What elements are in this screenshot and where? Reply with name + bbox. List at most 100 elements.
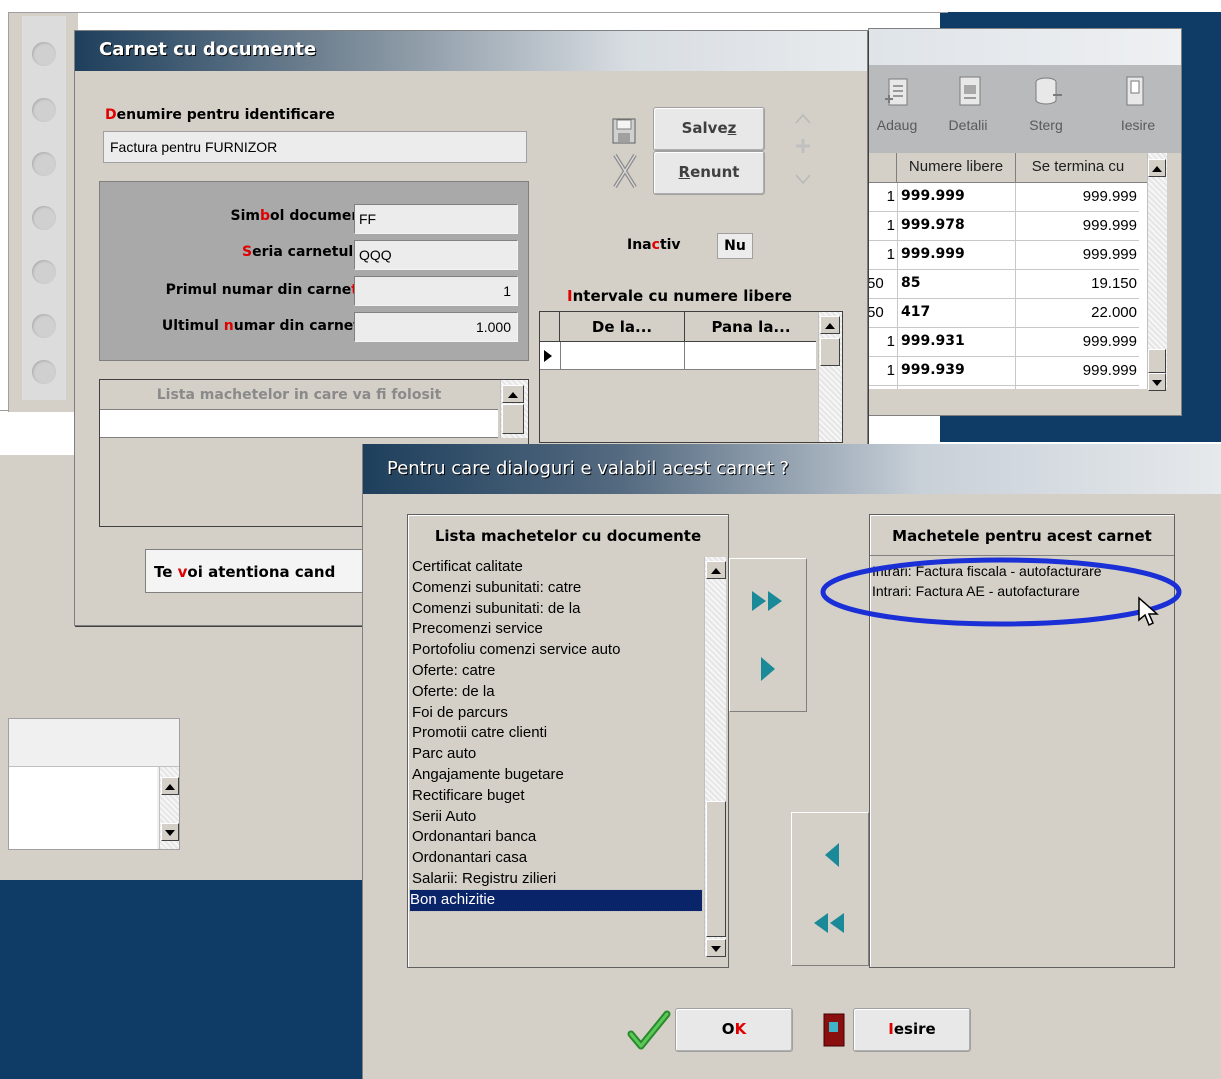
seria-label: Seria carnetului [242,244,368,260]
denumire-field[interactable]: Factura pentru FURNIZOR [103,131,527,163]
delete-database-icon [1035,77,1062,105]
table-row[interactable]: 1 999.999 999.999 [869,183,1139,212]
row-numere-libere: 999.939 [901,362,965,378]
seria-field[interactable]: QQQ [354,240,518,270]
table-row[interactable]: 1 999.978 999.999 [869,212,1139,241]
row-prefix: 1 [886,362,895,379]
primul-field[interactable]: 1 [354,276,518,306]
strip-circle [32,260,56,284]
table-row[interactable]: 50 417 22.000 [867,299,1139,328]
list-item[interactable]: Oferte: catre [412,661,702,682]
col-se-termina-cu[interactable]: Se termina cu [1017,158,1139,175]
background-list-scroll-up[interactable] [161,777,179,795]
col-numere-libere[interactable]: Numere libere [899,158,1013,175]
table-row[interactable]: 1 999.999 999.999 [869,241,1139,270]
lista-folosit-row[interactable] [100,410,498,438]
list-item[interactable]: Comenzi subunitati: catre [412,578,702,599]
row-numere-libere: 999.999 [901,188,965,204]
lista-folosit-scroll-up[interactable] [502,385,524,403]
strip-circle [32,152,56,176]
circle-strip [22,16,66,400]
adaug-button[interactable]: Adaug [869,73,931,145]
highlight-ellipse [820,557,1182,627]
salvez-button[interactable]: Salvez [653,107,765,151]
list-item[interactable]: Oferte: de la [412,682,702,703]
details-icon [959,76,981,106]
ultimul-field[interactable]: 1.000 [354,312,518,342]
back-window-toolbar: Adaug Detalii Sterg Iesire [869,65,1181,153]
table-row[interactable]: 1 999.939 999.999 [869,357,1139,386]
lista-folosit-scroll-thumb[interactable] [502,404,524,434]
list-item[interactable]: Angajamente bugetare [412,765,702,786]
machete-carnet-header: Machetele pentru acest carnet [892,527,1152,545]
carnet-title: Carnet cu documente [99,39,317,60]
document-group-box: Simbol document FF Seria carnetului QQQ … [99,181,529,361]
lista-documente-header: Lista machetelor cu documente [434,527,702,545]
list-item[interactable]: Parc auto [412,744,702,765]
list-item[interactable]: Portofoliu comenzi service auto [412,640,702,661]
intervale-header: De la... Pana la... [540,312,816,342]
inactiv-value[interactable]: Nu [717,233,753,259]
col-de-la[interactable]: De la... [562,318,682,336]
strip-circle [32,98,56,122]
list-item[interactable]: Certificat calitate [412,557,702,578]
numere-grid: Numere libere Se termina cu 1 999.999 999.… [867,153,1167,391]
grid-scroll-down[interactable] [1148,373,1166,391]
intervale-corner [540,312,560,342]
intervale-scroll-thumb[interactable] [820,338,840,366]
list-item-selected[interactable]: Bon achizitie [409,888,703,912]
row-cell-border [684,342,685,370]
table-row[interactable]: 1 999.931 999.999 [869,328,1139,357]
carnet-titlebar: Carnet cu documente [75,31,867,71]
sterg-button[interactable]: Sterg [1013,73,1079,145]
lista-documente-scroll-thumb[interactable] [706,801,726,937]
list-item[interactable]: Serii Auto [412,807,702,828]
table-row[interactable]: 50 85 19.150 [867,270,1139,299]
row-se-termina: 999.999 [1082,217,1137,234]
list-item[interactable]: Ordonantari casa [412,848,702,869]
lista-documente-scroll-down[interactable] [706,939,726,957]
list-item[interactable]: Promotii catre clienti [412,723,702,744]
exit-door-icon [1126,76,1144,106]
list-item[interactable]: Rectificare buget [412,786,702,807]
iesire-button[interactable]: Iesire [853,1008,971,1052]
intervale-row[interactable] [540,342,816,370]
detalii-label: Detalii [948,117,988,133]
row-se-termina: 19.150 [1091,275,1137,292]
grid-scroll-up[interactable] [1148,159,1166,177]
row-prefix: 1 [886,188,895,205]
intervale-label: Intervale cu numere libere [567,287,792,305]
move-all-left-icon[interactable] [812,909,848,937]
simbol-label: Simbol document [230,208,368,224]
nav-arrows-icon[interactable] [793,111,813,187]
primul-label: Primul numar din carnet [165,282,358,298]
list-item[interactable]: Precomenzi service [412,619,702,640]
col-pana-la[interactable]: Pana la... [686,318,816,336]
list-item[interactable]: Comenzi subunitati: de la [412,599,702,620]
lista-folosit-header[interactable]: Lista machetelor in care va fi folosit [100,380,498,410]
dark-background [0,878,365,1079]
iesire-toolbar-button[interactable]: Iesire [1105,73,1171,145]
grid-scroll-thumb[interactable] [1148,349,1166,373]
list-item[interactable]: Foi de parcurs [412,703,702,724]
move-all-right-icon[interactable] [750,587,786,615]
ok-button[interactable]: OK [675,1008,793,1052]
renunt-button[interactable]: Renunt [653,151,765,195]
background-list-panel [8,718,180,850]
strip-circle [32,206,56,230]
intervale-scroll-up[interactable] [820,316,840,334]
strip-circle [32,360,56,384]
sterg-label: Sterg [1029,117,1063,133]
ultimul-label: Ultimul numar din carnet [161,318,360,334]
move-right-icon[interactable] [758,655,778,683]
add-document-icon [885,78,908,106]
row-prefix: 50 [867,275,884,292]
simbol-field[interactable]: FF [354,204,518,234]
strip-circle [32,42,56,66]
lista-documente-scroll-up[interactable] [706,561,726,579]
detalii-button[interactable]: Detalii [935,73,1001,145]
list-item[interactable]: Salarii: Registru zilieri [412,869,702,890]
move-left-icon[interactable] [822,841,842,869]
list-item[interactable]: Ordonantari banca [412,827,702,848]
background-list-scroll-down[interactable] [161,823,179,841]
